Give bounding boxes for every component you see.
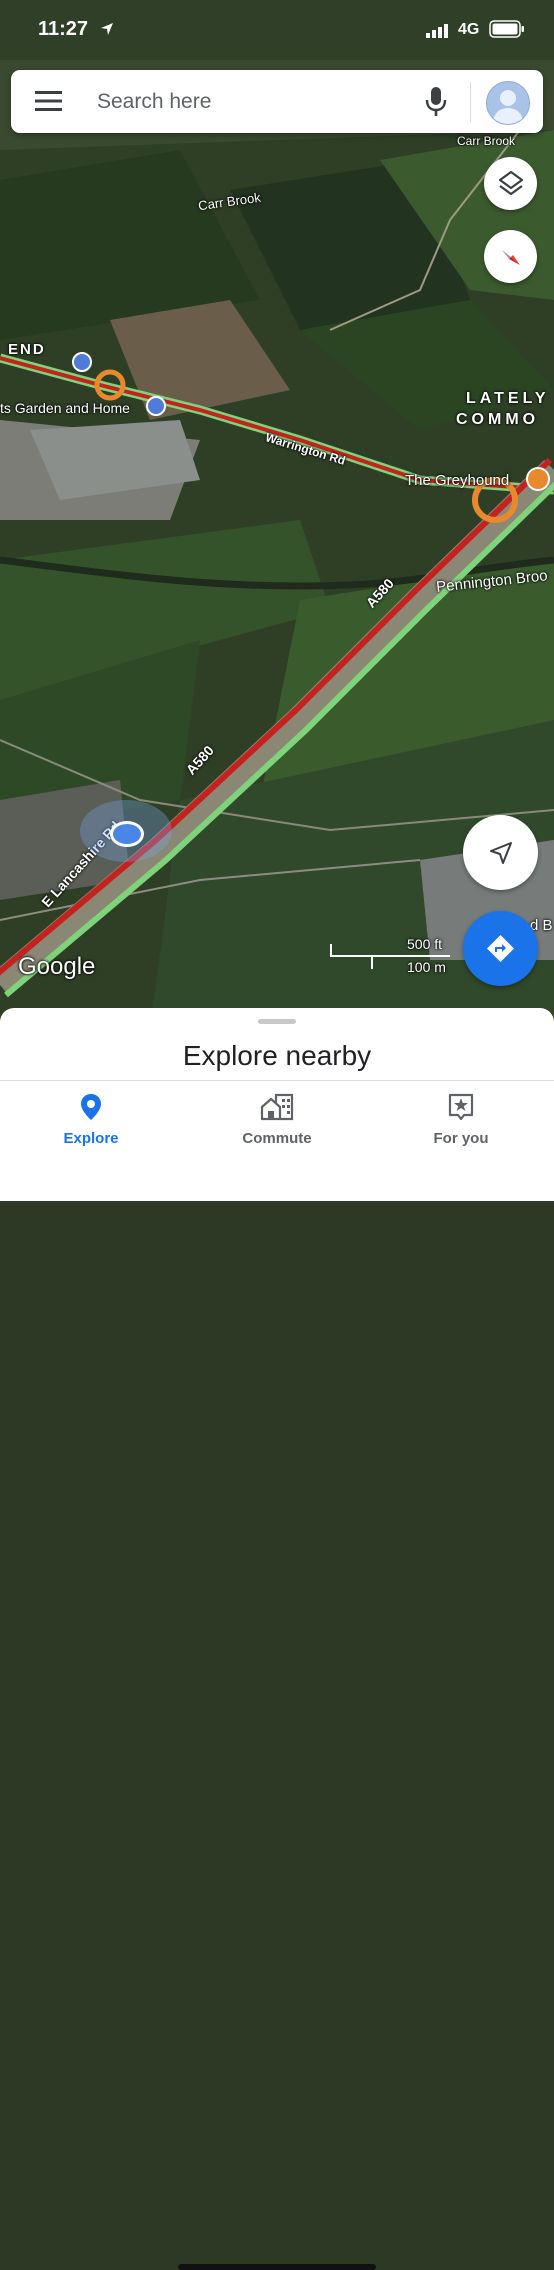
navigation-arrow-icon <box>490 842 512 864</box>
tab-explore-label: Explore <box>63 1130 119 1147</box>
my-location-dot <box>110 821 144 847</box>
search-input[interactable]: Search here <box>97 90 211 114</box>
commute-icon <box>260 1093 294 1121</box>
directions-icon <box>487 935 514 962</box>
tab-for-you-label: For you <box>433 1130 489 1147</box>
sheet-title: Explore nearby <box>182 1040 372 1071</box>
battery-icon <box>489 20 524 38</box>
pin-icon <box>81 1094 101 1120</box>
compass-icon <box>502 250 520 265</box>
map-label-lately-common-2[interactable]: COMMO <box>456 411 539 429</box>
location-arrow-icon <box>101 23 113 35</box>
avatar[interactable] <box>486 81 530 125</box>
tab-explore[interactable]: Explore <box>21 1093 161 1147</box>
network-type: 4G <box>458 21 480 38</box>
status-bar: 11:27 4G <box>0 0 554 56</box>
tab-for-you[interactable]: For you <box>391 1093 531 1147</box>
map-label-garden-centre[interactable]: ts Garden and Home <box>0 400 130 416</box>
map-label-end[interactable]: END <box>8 341 46 358</box>
microphone-icon[interactable] <box>425 87 447 117</box>
recenter-button[interactable] <box>463 815 538 890</box>
scale-bar: 500 ft 100 m <box>330 936 450 975</box>
compass-button[interactable] <box>484 230 537 283</box>
menu-icon[interactable] <box>35 91 62 111</box>
bar-pin-icon[interactable] <box>526 467 550 491</box>
explore-sheet[interactable]: Explore nearby <box>0 1008 554 1088</box>
map-label-lately-common-1[interactable]: LATELY <box>466 390 550 408</box>
status-time: 11:27 <box>38 18 89 40</box>
sheet-handle[interactable] <box>258 1019 296 1024</box>
shopping-pin-icon[interactable] <box>146 396 166 416</box>
search-bar[interactable]: Search here <box>11 70 543 133</box>
bottom-tab-bar: Explore Commute For you <box>0 1080 554 2270</box>
map-label-carr-brook-top[interactable]: Carr Brook <box>457 134 515 148</box>
scale-metric: 100 m <box>407 959 446 975</box>
search-divider <box>470 82 471 122</box>
layers-button[interactable] <box>484 157 537 210</box>
home-indicator <box>178 2264 376 2270</box>
tab-commute-label: Commute <box>242 1130 312 1147</box>
place-pin-icon[interactable] <box>72 352 92 372</box>
tab-commute[interactable]: Commute <box>207 1093 347 1147</box>
directions-button[interactable] <box>463 911 538 986</box>
scale-imperial: 500 ft <box>407 936 443 952</box>
for-you-icon <box>448 1093 474 1121</box>
map-label-greyhound[interactable]: The Greyhound <box>405 472 509 489</box>
google-logo: Google <box>18 953 96 980</box>
signal-icon <box>426 24 448 38</box>
layers-icon <box>498 170 524 196</box>
profile-icon <box>493 90 523 124</box>
